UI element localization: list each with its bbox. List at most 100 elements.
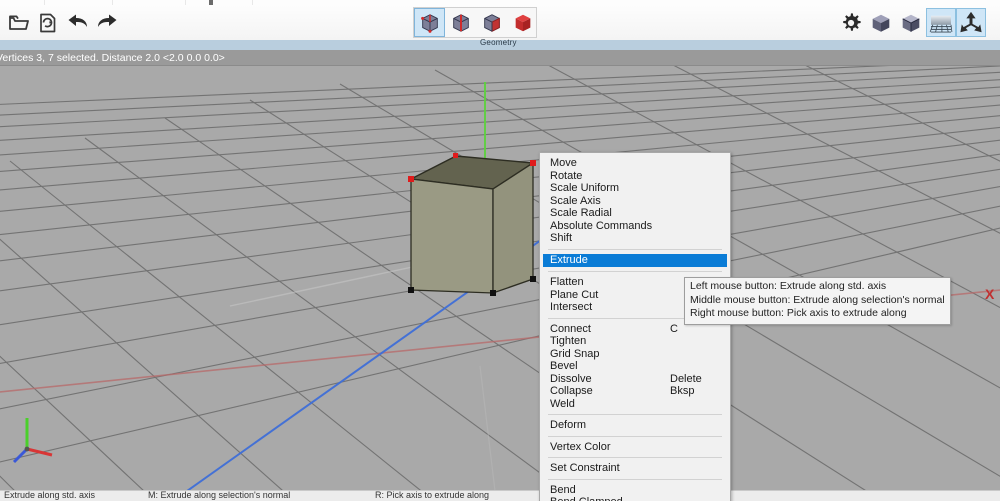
cube-shaded-icon — [869, 11, 893, 35]
context-menu-item-label: Vertex Color — [550, 441, 611, 453]
context-menu-item-label: Collapse — [550, 385, 593, 397]
context-menu-separator — [548, 457, 722, 458]
edge-mode-button[interactable] — [445, 8, 476, 37]
context-menu-item-label: Deform — [550, 419, 586, 431]
undo-arrow-icon — [67, 14, 89, 32]
context-menu-item-label: Weld — [550, 398, 575, 410]
context-menu-item-label: Move — [550, 157, 577, 169]
context-menu-item-label: Scale Uniform — [550, 182, 619, 194]
axis-label-x: X — [985, 286, 995, 302]
context-menu-item-shortcut: Bksp — [670, 385, 694, 398]
context-menu-item-label: Dissolve — [550, 373, 592, 385]
context-menu-item[interactable]: Scale Radial — [540, 207, 730, 220]
context-menu-item[interactable]: Extrude — [543, 254, 727, 268]
move-gizmo-button[interactable] — [956, 8, 986, 37]
context-menu[interactable]: MoveRotateScale UniformScale AxisScale R… — [539, 152, 731, 501]
gear-icon — [840, 12, 862, 34]
settings-button[interactable] — [836, 8, 866, 37]
context-menu-item-label: Tighten — [550, 335, 586, 347]
context-menu-item-label: Plane Cut — [550, 289, 598, 301]
open-file-button[interactable] — [4, 8, 34, 37]
context-menu-separator — [548, 414, 722, 415]
face-mode-button[interactable] — [476, 8, 507, 37]
cube-face-front — [411, 179, 493, 293]
undo-button[interactable] — [63, 8, 93, 37]
status-bar-item: Extrude along std. axis — [4, 490, 95, 500]
open-folder-icon — [9, 14, 29, 32]
context-menu-item-label: Bevel — [550, 360, 578, 372]
context-menu-item[interactable]: Rotate — [540, 170, 730, 183]
redo-button[interactable] — [92, 8, 122, 37]
status-bar-item: M: Extrude along selection's normal — [148, 490, 290, 500]
context-menu-item[interactable]: Bevel — [540, 360, 730, 373]
selection-info-text: Vertices 3, 7 selected. Distance 2.0 <2.… — [0, 52, 225, 64]
extrude-tooltip: Left mouse button: Extrude along std. ax… — [684, 277, 951, 325]
context-menu-separator — [548, 479, 722, 480]
context-menu-item-label: Grid Snap — [550, 348, 600, 360]
context-menu-item-label: Set Constraint — [550, 462, 620, 474]
context-menu-item-label: Connect — [550, 323, 591, 335]
tooltip-line: Left mouse button: Extrude along std. ax… — [690, 280, 945, 294]
context-menu-item-label: Scale Axis — [550, 195, 601, 207]
vertex-selected — [408, 176, 414, 182]
context-menu-item[interactable]: Vertex Color — [540, 441, 730, 454]
cube-object[interactable] — [408, 153, 536, 296]
context-menu-item[interactable]: Scale Axis — [540, 195, 730, 208]
vertex — [408, 287, 414, 293]
context-menu-item[interactable]: Move — [540, 157, 730, 170]
context-menu-item[interactable]: Weld — [540, 398, 730, 411]
export-file-icon — [39, 13, 57, 33]
status-bar: Extrude along std. axis M: Extrude along … — [0, 490, 1000, 501]
application-window: Geometry Vertices 3, 7 selected. Distanc… — [0, 0, 1000, 501]
tooltip-line: Middle mouse button: Extrude along selec… — [690, 294, 945, 308]
vertex-mode-button[interactable] — [414, 8, 445, 37]
main-toolbar — [0, 5, 1000, 41]
context-menu-separator — [548, 436, 722, 437]
context-menu-item[interactable]: Bend Clamped — [540, 496, 730, 501]
context-menu-separator — [548, 249, 722, 250]
cube-face-icon — [481, 12, 503, 34]
context-menu-item-label: Bend — [550, 484, 576, 496]
status-bar-item: R: Pick axis to extrude along — [375, 490, 489, 500]
tooltip-line: Right mouse button: Pick axis to extrude… — [690, 307, 945, 321]
vertex — [490, 290, 496, 296]
selection-mode-group — [413, 7, 537, 38]
cube-flat-icon — [899, 11, 923, 35]
context-menu-item[interactable]: Collapse Bksp — [540, 385, 730, 398]
context-menu-item-shortcut: Delete — [670, 373, 702, 386]
cube-solid-icon — [512, 12, 534, 34]
context-menu-item[interactable]: Grid Snap — [540, 348, 730, 361]
shading-flat-button[interactable] — [896, 8, 926, 37]
context-menu-item-label: Rotate — [550, 170, 582, 182]
selection-info-bar: Vertices 3, 7 selected. Distance 2.0 <2.… — [0, 50, 1000, 66]
vertex — [530, 276, 536, 282]
context-menu-separator — [548, 271, 722, 272]
context-menu-item[interactable]: Tighten — [540, 335, 730, 348]
context-menu-item[interactable]: Scale Uniform — [540, 182, 730, 195]
context-menu-item-label: Scale Radial — [550, 207, 612, 219]
context-menu-item-label: Absolute Commands — [550, 220, 652, 232]
context-menu-item[interactable]: Bend — [540, 484, 730, 497]
cube-vertex-icon — [419, 12, 441, 34]
context-menu-item-label: Intersect — [550, 301, 592, 313]
shading-smooth-button[interactable] — [866, 8, 896, 37]
context-menu-item[interactable]: Dissolve Delete — [540, 373, 730, 386]
context-menu-item-label: Bend Clamped — [550, 496, 623, 501]
context-menu-item[interactable]: Set Constraint — [540, 462, 730, 475]
context-menu-item-label: Flatten — [550, 276, 584, 288]
export-file-button[interactable] — [33, 8, 63, 37]
context-menu-item[interactable]: Shift — [540, 232, 730, 245]
context-menu-item[interactable]: Deform — [540, 419, 730, 432]
cube-edge-icon — [450, 12, 472, 34]
context-menu-item-label: Shift — [550, 232, 572, 244]
context-menu-item[interactable]: Absolute Commands — [540, 220, 730, 233]
object-mode-button[interactable] — [507, 8, 538, 37]
grid-toggle-button[interactable] — [926, 8, 956, 37]
context-menu-item-label: Extrude — [550, 254, 588, 266]
vertex-selected — [453, 153, 458, 158]
viewport-title: Geometry — [480, 38, 517, 47]
redo-arrow-icon — [96, 14, 118, 32]
vertex-selected — [530, 160, 536, 166]
grid-plane-icon — [929, 13, 953, 33]
move-axis-icon — [959, 11, 983, 35]
